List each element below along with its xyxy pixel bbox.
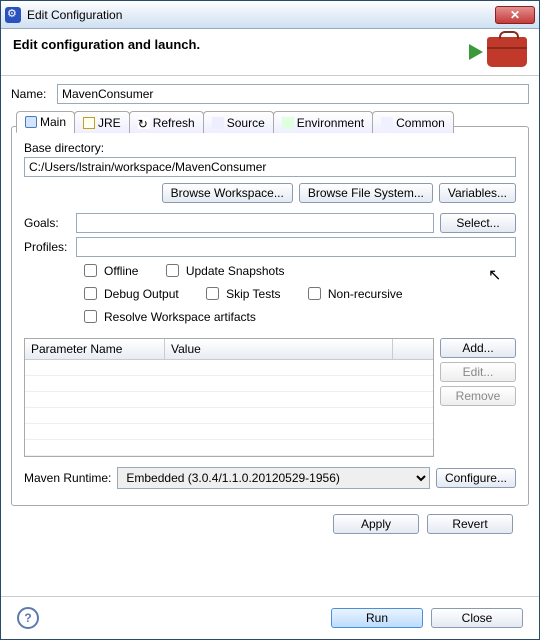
goals-input[interactable] bbox=[76, 213, 434, 233]
window-close-button[interactable]: ✕ bbox=[495, 6, 535, 24]
dialog-header: Edit configuration and launch. bbox=[1, 29, 539, 76]
table-row bbox=[25, 392, 433, 408]
param-value-header: Value bbox=[165, 339, 393, 359]
header-icons bbox=[469, 37, 527, 67]
dialog-footer: ? Run Close bbox=[1, 597, 539, 639]
param-blank-header bbox=[393, 339, 433, 359]
common-icon bbox=[381, 117, 393, 129]
titlebar-text: Edit Configuration bbox=[27, 8, 495, 22]
dialog-content: Name: Main JRE ↻Refresh Source Environme… bbox=[1, 76, 539, 596]
debug-output-checkbox-label[interactable]: Debug Output bbox=[80, 284, 179, 303]
resolve-workspace-checkbox-label[interactable]: Resolve Workspace artifacts bbox=[80, 307, 256, 326]
goals-label: Goals: bbox=[24, 216, 70, 230]
table-header: Parameter Name Value bbox=[25, 339, 433, 360]
table-rows-empty bbox=[25, 360, 433, 456]
apply-button[interactable]: Apply bbox=[333, 514, 419, 534]
runtime-label: Maven Runtime: bbox=[24, 471, 111, 485]
dialog-window: Edit Configuration ✕ Edit configuration … bbox=[0, 0, 540, 640]
remove-parameter-button: Remove bbox=[440, 386, 516, 406]
toolbox-icon bbox=[487, 37, 527, 67]
basedir-input[interactable] bbox=[24, 157, 516, 177]
offline-checkbox[interactable] bbox=[84, 264, 97, 277]
help-button[interactable]: ? bbox=[17, 607, 39, 629]
table-row bbox=[25, 360, 433, 376]
tab-common[interactable]: Common bbox=[372, 111, 454, 133]
variables-button[interactable]: Variables... bbox=[439, 183, 516, 203]
tab-main-body: Base directory: Browse Workspace... Brow… bbox=[20, 133, 520, 489]
debug-output-checkbox[interactable] bbox=[84, 287, 97, 300]
basedir-label: Base directory: bbox=[24, 141, 516, 155]
non-recursive-checkbox-label[interactable]: Non-recursive bbox=[304, 284, 403, 303]
dialog-title: Edit configuration and launch. bbox=[13, 37, 469, 52]
table-row bbox=[25, 440, 433, 456]
profiles-input[interactable] bbox=[76, 237, 516, 257]
browse-workspace-button[interactable]: Browse Workspace... bbox=[162, 183, 293, 203]
config-panel: Main JRE ↻Refresh Source Environment Com… bbox=[11, 126, 529, 506]
main-icon bbox=[25, 116, 37, 128]
tab-environment[interactable]: Environment bbox=[273, 111, 373, 133]
resolve-workspace-checkbox[interactable] bbox=[84, 310, 97, 323]
close-button[interactable]: Close bbox=[431, 608, 523, 628]
table-row bbox=[25, 408, 433, 424]
source-icon bbox=[212, 117, 224, 129]
tab-source[interactable]: Source bbox=[203, 111, 274, 133]
select-goals-button[interactable]: Select... bbox=[440, 213, 516, 233]
non-recursive-checkbox[interactable] bbox=[308, 287, 321, 300]
run-button[interactable]: Run bbox=[331, 608, 423, 628]
add-parameter-button[interactable]: Add... bbox=[440, 338, 516, 358]
options-checks: Offline Update Snapshots Debug Output Sk… bbox=[80, 261, 516, 330]
name-input[interactable] bbox=[57, 84, 529, 104]
runtime-select[interactable]: Embedded (3.0.4/1.1.0.20120529-1956) bbox=[117, 467, 430, 489]
update-snapshots-checkbox-label[interactable]: Update Snapshots bbox=[162, 261, 285, 280]
jre-icon bbox=[83, 117, 95, 129]
update-snapshots-checkbox[interactable] bbox=[166, 264, 179, 277]
revert-button[interactable]: Revert bbox=[427, 514, 513, 534]
profiles-label: Profiles: bbox=[24, 240, 70, 254]
param-name-header: Parameter Name bbox=[25, 339, 165, 359]
refresh-icon: ↻ bbox=[138, 117, 150, 129]
tab-main[interactable]: Main bbox=[16, 111, 75, 133]
name-label: Name: bbox=[11, 87, 51, 101]
app-icon bbox=[5, 7, 21, 23]
run-icon bbox=[469, 44, 483, 60]
configure-runtime-button[interactable]: Configure... bbox=[436, 468, 516, 488]
table-row bbox=[25, 376, 433, 392]
skip-tests-checkbox-label[interactable]: Skip Tests bbox=[202, 284, 280, 303]
table-row bbox=[25, 424, 433, 440]
skip-tests-checkbox[interactable] bbox=[206, 287, 219, 300]
tab-jre[interactable]: JRE bbox=[74, 111, 130, 133]
parameters-table[interactable]: Parameter Name Value bbox=[24, 338, 434, 457]
offline-checkbox-label[interactable]: Offline bbox=[80, 261, 138, 280]
titlebar: Edit Configuration ✕ bbox=[1, 1, 539, 29]
environment-icon bbox=[282, 117, 294, 129]
edit-parameter-button: Edit... bbox=[440, 362, 516, 382]
tab-refresh[interactable]: ↻Refresh bbox=[129, 111, 204, 133]
browse-filesystem-button[interactable]: Browse File System... bbox=[299, 183, 433, 203]
tabs: Main JRE ↻Refresh Source Environment Com… bbox=[16, 111, 520, 133]
apply-revert-bar: Apply Revert bbox=[11, 506, 529, 542]
